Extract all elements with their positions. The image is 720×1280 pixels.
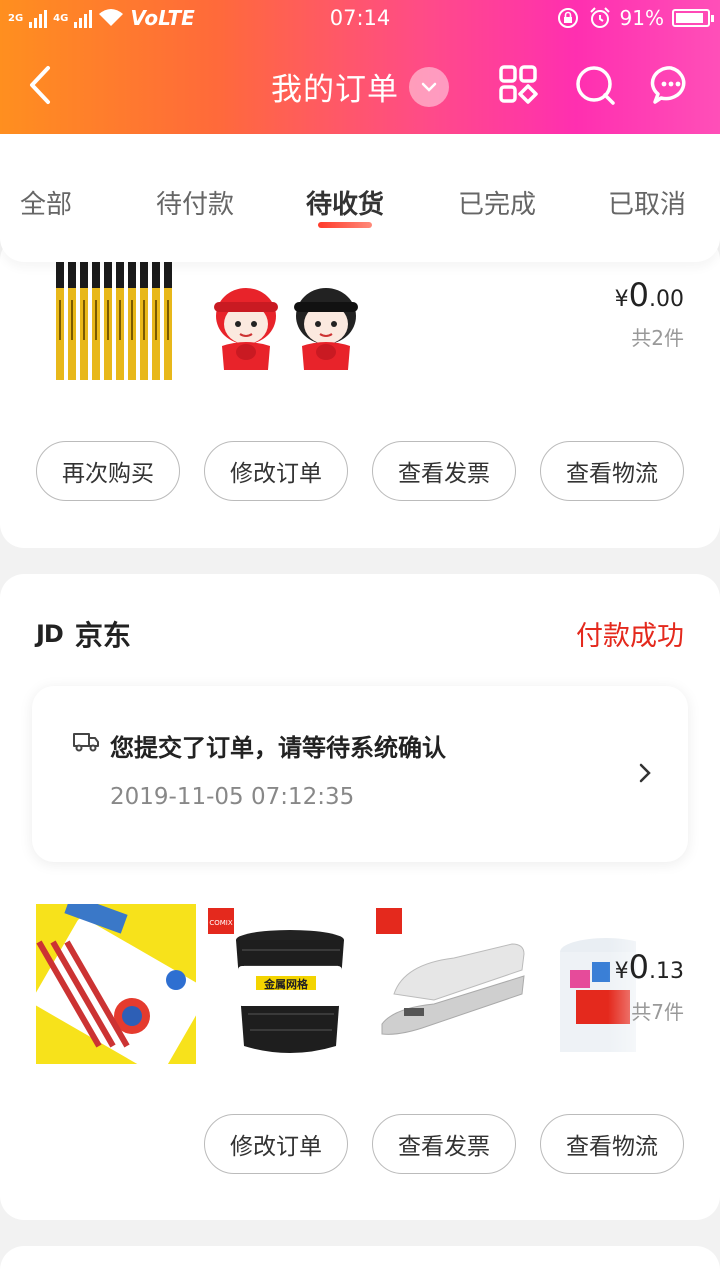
- pencil-cap: [128, 262, 136, 288]
- track-shipment-button[interactable]: 查看物流: [540, 1114, 684, 1174]
- order-card[interactable]: JD 京东 付款成功 您提交了订单，请等待系统确认 2019-11-05 07:…: [0, 574, 720, 1220]
- product-image-figurines[interactable]: [200, 272, 370, 372]
- view-invoice-button[interactable]: 查看发票: [372, 441, 516, 501]
- order-status: 付款成功: [576, 621, 684, 652]
- pencil-label: [71, 300, 73, 340]
- alarm-icon: [589, 7, 610, 28]
- shop-name-text: 京东: [74, 619, 131, 652]
- shop-name[interactable]: JD 京东: [36, 614, 131, 654]
- product-image-pencils[interactable]: [50, 260, 180, 390]
- brand-badge: COMIX: [209, 919, 233, 927]
- order-price: ¥0.00: [615, 276, 684, 314]
- pencil-label: [167, 300, 169, 340]
- item-count: 共7件: [631, 1000, 684, 1024]
- currency-symbol: ¥: [614, 959, 629, 984]
- price-integer: 0: [628, 276, 649, 314]
- message-icon[interactable]: [650, 64, 692, 106]
- item-count: 共2件: [631, 326, 684, 350]
- pencil-label: [59, 300, 61, 340]
- system-indicators: 91%: [556, 6, 714, 30]
- pencil-label: [119, 300, 121, 340]
- modify-order-button[interactable]: 修改订单: [204, 1114, 348, 1174]
- order-tabs: 全部 待付款 待收货 已完成 已取消: [0, 134, 720, 262]
- track-shipment-button[interactable]: 查看物流: [540, 441, 684, 501]
- chevron-down-icon: [409, 66, 449, 107]
- pen-holder-label: 金属网格: [263, 977, 309, 991]
- pencil-cap: [116, 262, 124, 288]
- chevron-right-icon: [639, 763, 651, 783]
- order-price: ¥0.13: [615, 948, 684, 986]
- order-card[interactable]: [0, 1246, 720, 1280]
- status-bar: 2G 4G VoLTE 07:14 91%: [0, 0, 720, 38]
- tab-all[interactable]: 全部: [20, 184, 72, 221]
- battery-level: 91%: [619, 6, 664, 30]
- order-card[interactable]: ¥0.00 共2件 再次购买 修改订单 查看发票 查看物流: [0, 236, 720, 548]
- currency-symbol: ¥: [614, 287, 629, 312]
- tab-completed[interactable]: 已完成: [458, 184, 536, 221]
- nav-bar: 我的订单: [0, 38, 720, 134]
- tab-pending-receipt[interactable]: 待收货: [306, 184, 384, 221]
- header-background: 2G 4G VoLTE 07:14 91% 我的订单: [0, 0, 720, 134]
- tab-cancelled[interactable]: 已取消: [608, 184, 686, 221]
- pencil-label: [131, 300, 133, 340]
- price-decimal: .13: [649, 959, 684, 984]
- product-image-pencil-set[interactable]: [36, 904, 196, 1064]
- notice-message: 您提交了订单，请等待系统确认: [110, 734, 446, 762]
- active-tab-indicator: [318, 222, 372, 228]
- product-image-pen-holder[interactable]: COMIX 金属网格: [206, 904, 366, 1064]
- battery-icon: [672, 9, 714, 27]
- pencil-cap: [92, 262, 100, 288]
- apps-icon[interactable]: [498, 64, 540, 106]
- order-progress-notice[interactable]: 您提交了订单，请等待系统确认 2019-11-05 07:12:35: [32, 686, 688, 862]
- pencil-cap: [68, 262, 76, 288]
- pencil-cap: [80, 262, 88, 288]
- modify-order-button[interactable]: 修改订单: [204, 441, 348, 501]
- pencil-cap: [140, 262, 148, 288]
- buy-again-button[interactable]: 再次购买: [36, 441, 180, 501]
- pencil-label: [107, 300, 109, 340]
- price-decimal: .00: [649, 287, 684, 312]
- pencil-label: [155, 300, 157, 340]
- tab-pending-payment[interactable]: 待付款: [156, 184, 234, 221]
- pencil-label: [83, 300, 85, 340]
- orders-page: 2G 4G VoLTE 07:14 91% 我的订单 全部 待付款 待收货 已完…: [0, 0, 720, 1280]
- pencil-cap: [104, 262, 112, 288]
- pencil-cap: [56, 262, 64, 288]
- view-invoice-button[interactable]: 查看发票: [372, 1114, 516, 1174]
- pencil-cap: [164, 262, 172, 288]
- pencil-label: [143, 300, 145, 340]
- product-image-stapler[interactable]: [374, 904, 534, 1064]
- page-title: 我的订单: [271, 72, 399, 108]
- price-integer: 0: [628, 948, 649, 986]
- notice-timestamp: 2019-11-05 07:12:35: [110, 784, 355, 810]
- rotation-lock-icon: [557, 8, 578, 28]
- pencil-cap: [152, 262, 160, 288]
- delivery-truck-icon: [73, 733, 99, 752]
- jd-logo: JD: [36, 620, 64, 648]
- pencil-label: [95, 300, 97, 340]
- search-icon[interactable]: [574, 64, 616, 106]
